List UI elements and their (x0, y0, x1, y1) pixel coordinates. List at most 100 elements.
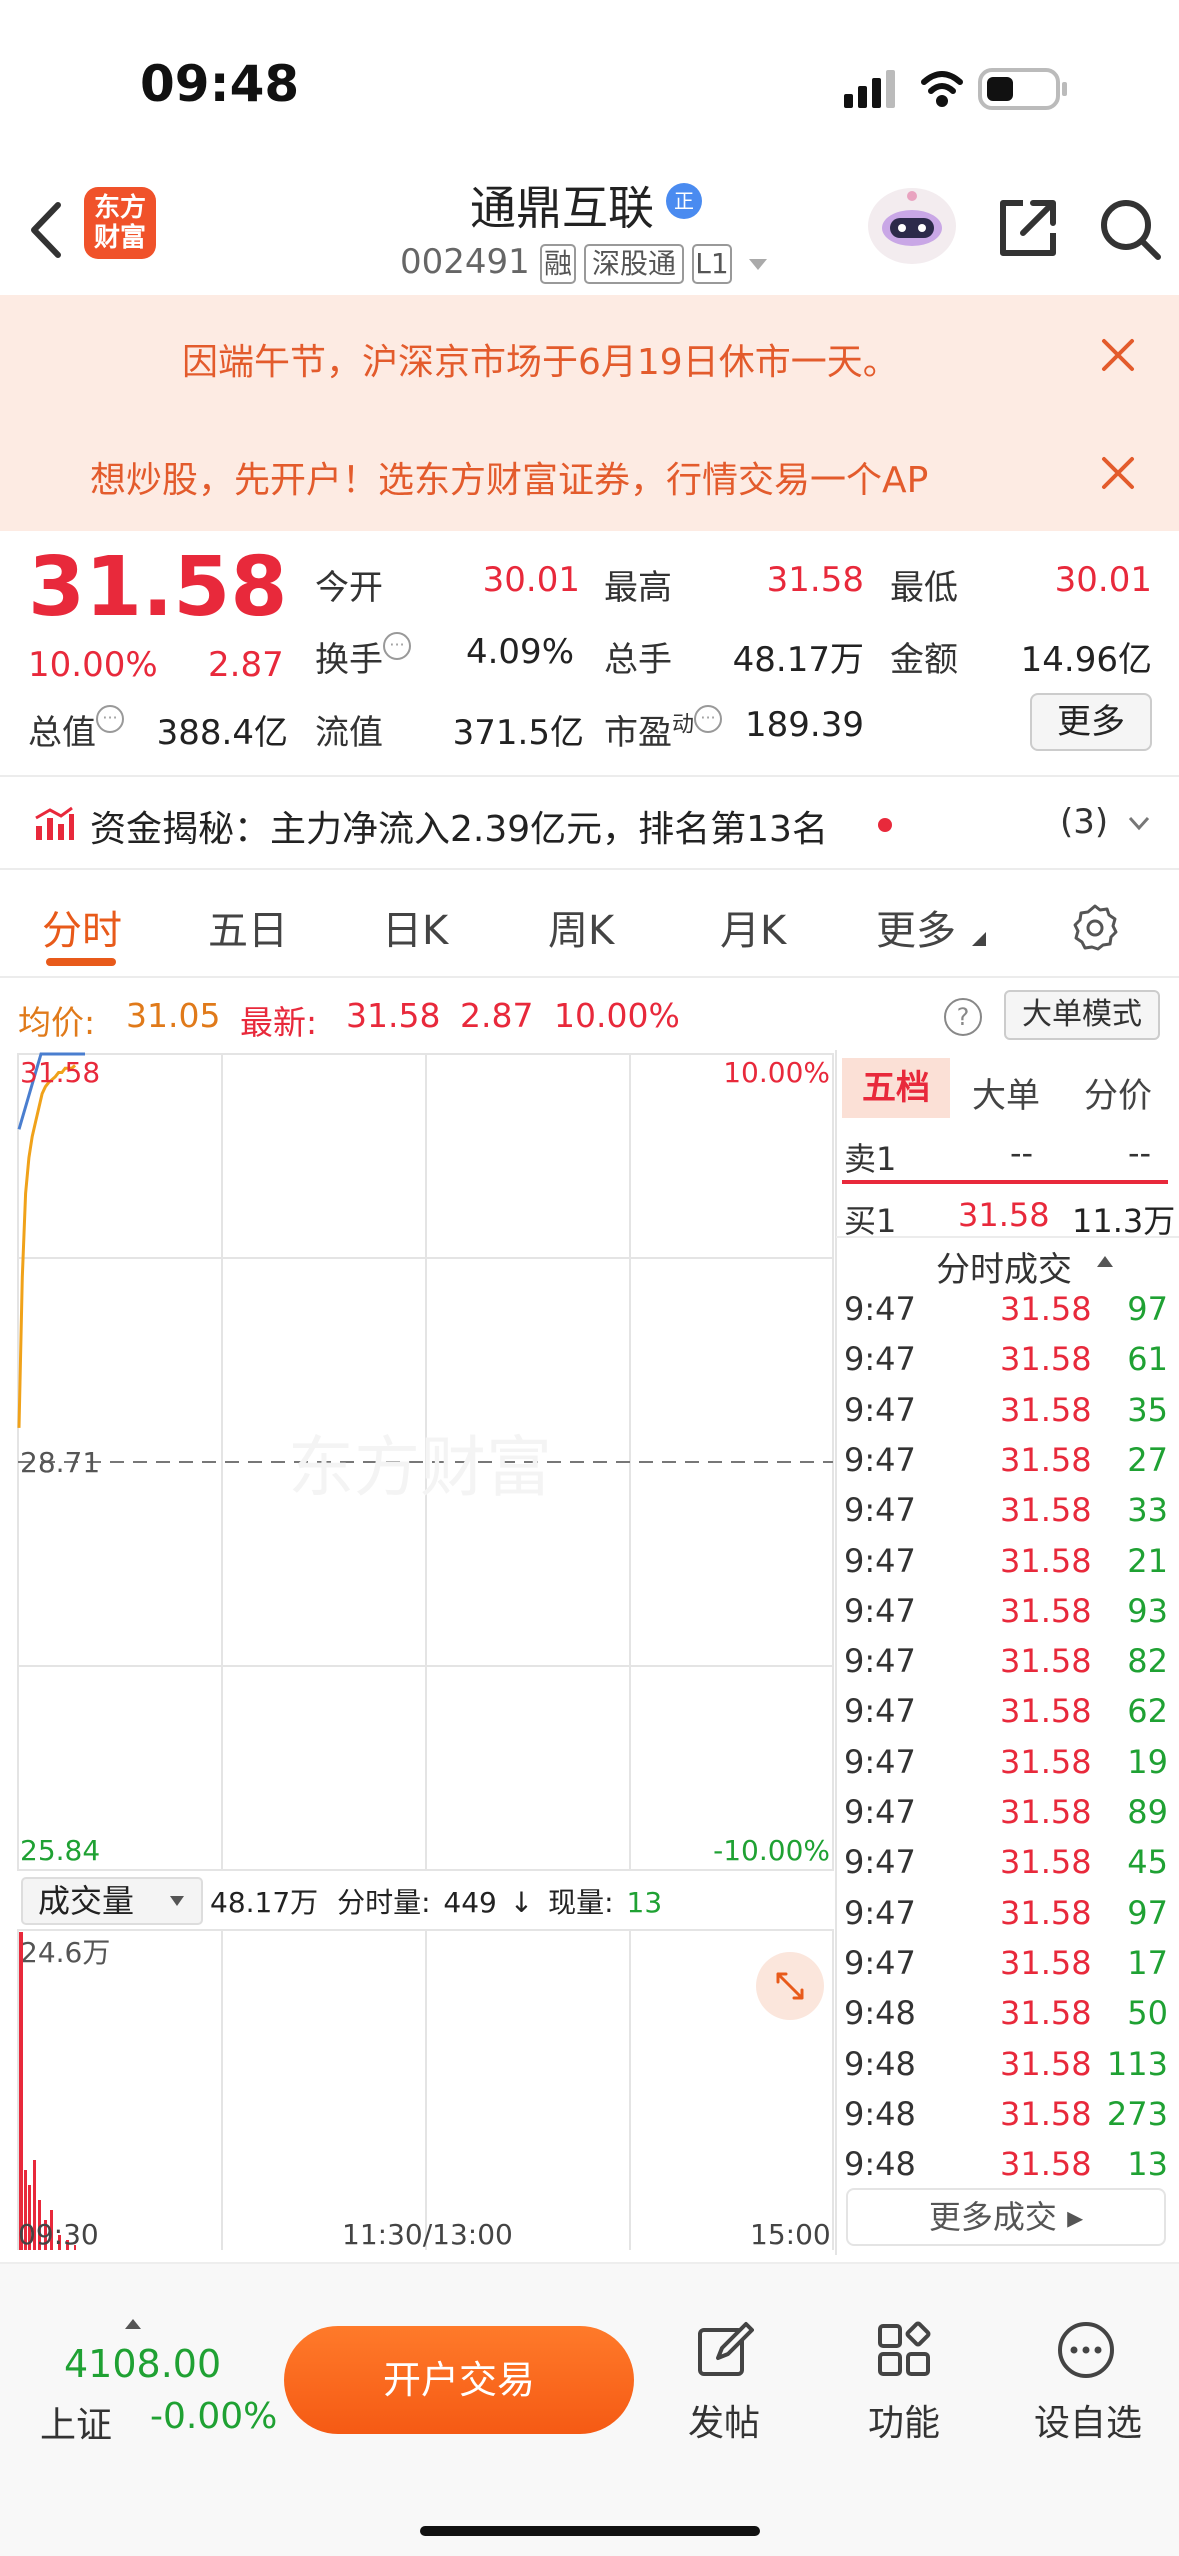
post-edit-icon[interactable] (694, 2320, 754, 2380)
x-tick-start: 09:30 (18, 2218, 99, 2251)
volume-period-label: 分时量: (337, 1886, 430, 1919)
pe-info-icon[interactable]: ··· (694, 705, 723, 733)
tick-price: 31.58 (1000, 1994, 1092, 2033)
tick-volume: 93 (1127, 1591, 1168, 1630)
tick-volume: 273 (1106, 2094, 1168, 2133)
low-value: 30.01 (1054, 560, 1152, 600)
change-percent: 10.00% (28, 645, 158, 685)
tick-row: 9:47 31.58 45 (842, 1843, 1170, 1893)
tick-price: 31.58 (1000, 1793, 1092, 1831)
tick-row: 9:47 31.58 21 (842, 1542, 1170, 1592)
new-dot-badge (878, 818, 892, 832)
verified-badge-icon: 正 (666, 183, 702, 219)
account-ad-notice[interactable]: 想炒股，先开户！选东方财富证券，行情交易一个AP (90, 451, 1055, 503)
tab-weekly-k[interactable]: 周K (548, 898, 614, 956)
tab-more[interactable]: 更多 (876, 898, 956, 956)
expand-icon[interactable] (756, 1952, 824, 2020)
functions-grid-icon[interactable] (874, 2320, 934, 2380)
buy1-price: 31.58 (958, 1196, 1050, 1234)
gear-icon[interactable] (1070, 902, 1120, 952)
help-icon[interactable]: ? (944, 998, 982, 1036)
fund-flow-count[interactable]: (3) (1060, 802, 1108, 842)
tick-price: 31.58 (1000, 1893, 1092, 1932)
logo-line1: 东方 (93, 193, 146, 223)
intraday-chart[interactable]: 东方财富 31.58 10.00% 28.71 25.84 -10.00% 成交… (0, 1050, 836, 2250)
tick-time: 9:47 (844, 1440, 916, 1479)
turnover-label: 换手 ··· (315, 632, 411, 681)
tick-volume: 35 (1127, 1390, 1168, 1429)
tick-time: 9:47 (844, 1340, 916, 1379)
volume-down-arrow: ↓ (510, 1886, 533, 1919)
functions-label[interactable]: 功能 (868, 2394, 940, 2446)
turnover-info-icon[interactable]: ··· (383, 632, 411, 660)
volume-label: 总手 (604, 640, 672, 680)
float-cap-label: 流值 (315, 713, 383, 753)
y-tick-top: 31.58 (20, 1056, 100, 1089)
latest-price-value: 31.58 (346, 996, 441, 1035)
wifi-icon (921, 71, 963, 107)
chevron-down-icon[interactable] (1128, 815, 1150, 831)
close-holiday-notice-icon[interactable] (1098, 335, 1138, 375)
tick-price: 31.58 (1000, 1692, 1092, 1731)
tab-monthly-k[interactable]: 月K (720, 898, 786, 956)
tick-time: 9:48 (844, 2044, 916, 2083)
tick-price: 31.58 (1000, 2094, 1092, 2133)
tab-big-orders[interactable]: 大单 (972, 1068, 1040, 1117)
more-dots-icon[interactable] (1056, 2320, 1116, 2380)
dropdown-icon[interactable] (748, 258, 768, 272)
x-tick-end: 15:00 (750, 2218, 831, 2251)
tick-price: 31.58 (1000, 1843, 1092, 1882)
ticks-header[interactable]: 分时成交 (936, 1242, 1072, 1291)
open-account-trade-button[interactable]: 开户交易 (284, 2326, 634, 2434)
volume-value: 48.17万 (732, 640, 864, 680)
search-icon[interactable] (1096, 195, 1164, 263)
volume-bar (19, 1932, 23, 2250)
svg-text:48.17万 分时量: 449 ↓: 48.17万 分时量: 449 ↓ 现量: 13 (210, 1886, 662, 1919)
fund-flow-icon (35, 806, 74, 840)
tick-time: 9:47 (844, 1290, 916, 1328)
index-value[interactable]: 4108.00 (64, 2342, 221, 2386)
share-icon[interactable] (995, 195, 1061, 261)
holiday-notice[interactable]: 因端午节，沪深京市场于6月19日休市一天。 (182, 333, 1022, 385)
tab-five-day[interactable]: 五日 (208, 898, 288, 956)
tick-row: 9:47 31.58 62 (842, 1692, 1170, 1742)
tick-volume: 89 (1127, 1793, 1168, 1831)
tick-volume: 45 (1127, 1843, 1168, 1882)
more-ticks-button[interactable]: 更多成交 ▸ (846, 2188, 1166, 2246)
post-label[interactable]: 发帖 (688, 2394, 760, 2446)
tab-price-breakdown[interactable]: 分价 (1084, 1068, 1152, 1117)
tag-stock-connect: 深股通 (584, 244, 684, 284)
tick-row: 9:48 31.58 50 (842, 1994, 1170, 2044)
back-icon[interactable] (22, 195, 72, 265)
y-tick-mid: 28.71 (20, 1446, 100, 1479)
index-expand-icon[interactable] (124, 2318, 142, 2330)
tick-price: 31.58 (1000, 1642, 1092, 1681)
big-order-mode-button[interactable]: 大单模式 (1004, 990, 1160, 1040)
add-watchlist-label[interactable]: 设自选 (1034, 2394, 1142, 2446)
more-quote-button[interactable]: 更多 (1030, 693, 1152, 751)
pct-tick-bottom: -10.00% (713, 1834, 830, 1867)
close-ad-notice-icon[interactable] (1098, 453, 1138, 493)
pe-dynamic-sup: 动 (672, 712, 695, 738)
tab-five-levels[interactable]: 五档 (842, 1058, 950, 1118)
pe-label: 市盈动 ··· (604, 705, 723, 754)
amount-value: 14.96亿 (1020, 640, 1152, 680)
tick-volume: 27 (1127, 1440, 1168, 1479)
tick-row: 9:47 31.58 89 (842, 1793, 1170, 1843)
x-tick-mid: 11:30/13:00 (342, 2218, 513, 2251)
tab-intraday[interactable]: 分时 (42, 898, 122, 956)
ai-assistant-icon[interactable] (866, 182, 958, 266)
status-icons (844, 68, 1067, 110)
battery-icon (978, 68, 1067, 110)
fund-flow-text[interactable]: 资金揭秘：主力净流入2.39亿元，排名第13名 (90, 800, 828, 852)
tick-volume: 21 (1127, 1541, 1168, 1580)
index-change[interactable]: -0.00% (150, 2396, 277, 2437)
index-name[interactable]: 上证 (40, 2396, 112, 2448)
tick-time: 9:47 (844, 1591, 916, 1630)
tab-daily-k[interactable]: 日K (382, 898, 448, 956)
market-cap-info-icon[interactable]: ··· (96, 705, 124, 733)
tick-time: 9:47 (844, 1793, 916, 1831)
tick-volume: 82 (1127, 1642, 1168, 1681)
tick-row: 9:47 31.58 97 (842, 1290, 1170, 1340)
tick-row: 9:47 31.58 17 (842, 1944, 1170, 1994)
